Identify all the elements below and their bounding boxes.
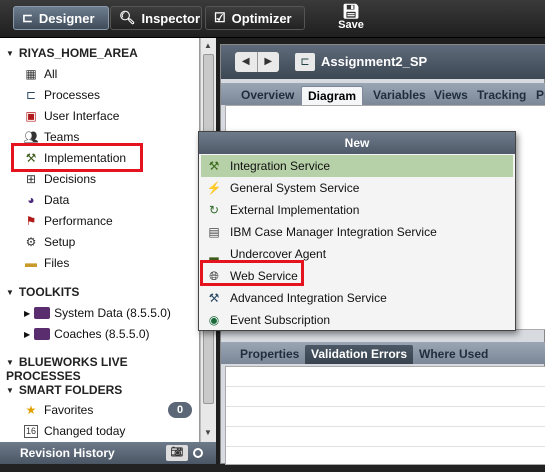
tab-tracking[interactable]: Tracking — [471, 86, 532, 105]
validation-errors-list — [225, 366, 545, 465]
artifact-title: Assignment2_SP — [321, 54, 428, 69]
back-arrow-icon[interactable]: ◀ — [235, 52, 257, 72]
list-row — [226, 407, 545, 427]
toolkit-system-data[interactable]: ▶ System Data (8.5.5.0) — [24, 303, 171, 323]
toolkit-coaches[interactable]: ▶ Coaches (8.5.5.0) — [24, 324, 150, 344]
tab-more[interactable]: Pr — [530, 86, 545, 105]
collapse-triangle-icon: ▼ — [6, 49, 14, 58]
revision-history-label: Revision History — [20, 446, 115, 460]
collapse-triangle-icon: ▼ — [6, 358, 14, 367]
implementation-highlight-box — [11, 143, 143, 172]
flag-icon: ⚑ — [25, 214, 37, 228]
gear-icon: ⚙ — [25, 235, 37, 249]
nav-item-data[interactable]: ◕ Data — [22, 190, 69, 210]
smart-folders-header[interactable]: ▼ SMART FOLDERS — [6, 383, 122, 397]
optimizer-button[interactable]: ☑ Optimizer — [205, 6, 305, 30]
editor-tabs: Overview Diagram Variables Views Trackin… — [221, 83, 545, 105]
designer-label: Designer — [38, 10, 95, 26]
scroll-up-icon[interactable]: ▲ — [204, 41, 212, 50]
save-icon: 💾︎ — [342, 3, 360, 19]
toolkit-icon — [34, 328, 51, 340]
menu-item-integration-service[interactable]: ⚒ Integration Service — [201, 155, 513, 177]
external-implementation-icon: ↻ — [208, 203, 220, 217]
save-label: Save — [338, 19, 364, 31]
tab-views[interactable]: Views — [428, 86, 474, 105]
advanced-integration-icon: ⚒ — [208, 291, 220, 305]
data-icon: ◕ — [27, 193, 35, 207]
decisions-icon: ⊞ — [25, 172, 37, 186]
new-implementation-menu: New ⚒ Integration Service ⚡ General System… — [198, 131, 516, 331]
revision-history-bar[interactable]: Revision History 📷︎ — [0, 442, 216, 464]
grid-icon: ▦ — [25, 67, 37, 81]
nav-item-files[interactable]: ▬ Files — [22, 253, 69, 273]
menu-item-external-implementation[interactable]: ↻ External Implementation — [201, 199, 513, 221]
inspector-button[interactable]: 🔍︎ Inspector — [110, 6, 202, 30]
nav-item-processes[interactable]: ⊏ Processes — [22, 85, 100, 105]
list-row — [226, 427, 545, 447]
nav-item-user-interface[interactable]: ▣ User Interface — [22, 106, 119, 126]
menu-item-event-subscription[interactable]: ◉ Event Subscription — [201, 309, 513, 331]
tab-properties[interactable]: Properties — [234, 345, 305, 364]
case-manager-icon: ▤ — [208, 225, 220, 239]
web-service-highlight-box — [200, 260, 304, 286]
menu-item-advanced-integration-service[interactable]: ⚒ Advanced Integration Service — [201, 287, 513, 309]
library-panel: ▼ RIYAS_HOME_AREA ▦ All ⊏ Processes ▣ User I… — [0, 38, 200, 442]
forward-arrow-icon[interactable]: ▶ — [256, 52, 280, 72]
tab-where-used[interactable]: Where Used — [413, 345, 494, 364]
smart-folder-changed-today[interactable]: 16 Changed today — [22, 421, 125, 441]
menu-item-ibm-case-manager[interactable]: ▤ IBM Case Manager Integration Service — [201, 221, 513, 243]
smart-folder-favorites[interactable]: ★ Favorites — [22, 400, 94, 420]
bottom-strip — [0, 464, 545, 472]
favorites-count-badge: 0 — [168, 402, 192, 418]
properties-tabs: Properties Validation Errors Where Used — [221, 342, 545, 364]
tab-variables[interactable]: Variables — [367, 86, 432, 105]
collapse-triangle-icon: ▼ — [6, 288, 14, 297]
list-row — [226, 367, 545, 387]
optimizer-label: Optimizer — [231, 10, 292, 26]
calendar-icon: 16 — [24, 424, 38, 438]
save-button[interactable]: 💾︎ Save — [333, 3, 369, 31]
tab-validation-errors[interactable]: Validation Errors — [305, 345, 414, 364]
editor-header: ◀ ▶ ⊏ Assignment2_SP — [221, 45, 545, 79]
expand-triangle-icon: ▶ — [24, 308, 31, 318]
process-icon: ⊏ — [25, 88, 37, 102]
snapshot-camera-icon[interactable]: 📷︎ — [166, 445, 188, 461]
folder-icon: ▬ — [25, 256, 37, 270]
area-header[interactable]: ▼ RIYAS_HOME_AREA — [6, 46, 138, 60]
expand-triangle-icon: ▶ — [24, 329, 31, 339]
nav-item-performance[interactable]: ⚑ Performance — [22, 211, 113, 231]
star-icon: ★ — [25, 403, 37, 417]
menu-item-general-system-service[interactable]: ⚡ General System Service — [201, 177, 513, 199]
toolkits-header[interactable]: ▼ TOOLKITS — [6, 285, 79, 299]
nav-item-all[interactable]: ▦ All — [22, 64, 57, 84]
nav-item-decisions[interactable]: ⊞ Decisions — [22, 169, 96, 189]
menu-header: New — [199, 132, 515, 154]
event-subscription-icon: ◉ — [208, 313, 220, 327]
collapse-triangle-icon: ▼ — [6, 386, 14, 395]
tab-diagram[interactable]: Diagram — [301, 86, 364, 105]
nav-item-setup[interactable]: ⚙ Setup — [22, 232, 76, 252]
teams-icon: 👥︎ — [23, 130, 39, 144]
integration-service-icon: ⚒ — [208, 159, 220, 173]
top-toolbar: ⊏ Designer 🔍︎ Inspector ☑ Optimizer 💾︎ S… — [0, 0, 545, 38]
history-navigation: ◀ ▶ — [235, 52, 279, 72]
optimizer-icon: ☑ — [214, 10, 226, 25]
designer-button[interactable]: ⊏ Designer — [13, 6, 109, 30]
system-service-icon: ⚡ — [206, 181, 222, 195]
blueworks-header[interactable]: ▼ BLUEWORKS LIVE PROCESSES — [6, 355, 199, 383]
process-icon: ⊏ — [295, 53, 315, 71]
tab-overview[interactable]: Overview — [235, 86, 300, 105]
designer-icon: ⊏ — [22, 10, 33, 25]
inspector-label: Inspector — [141, 10, 201, 26]
toolkit-icon — [34, 307, 51, 319]
search-icon: 🔍︎ — [119, 10, 136, 25]
revision-toggle-icon[interactable] — [193, 448, 203, 458]
undercover-agent-icon: ▂ — [209, 247, 219, 261]
scroll-down-icon[interactable]: ▼ — [204, 428, 212, 437]
list-row — [226, 387, 545, 407]
user-interface-icon: ▣ — [25, 109, 37, 123]
